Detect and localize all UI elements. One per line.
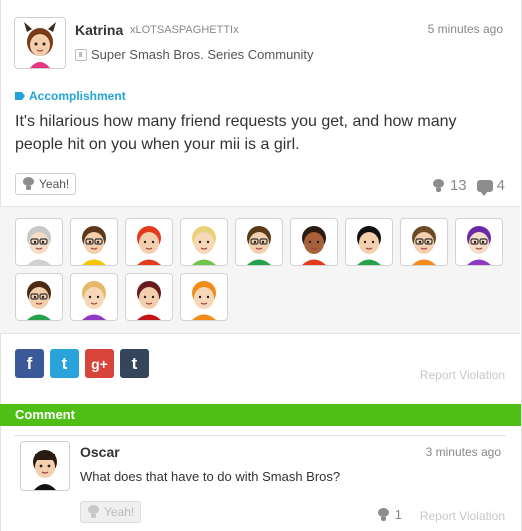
comment-body: What does that have to do with Smash Bro… [80,469,341,484]
yeah-user-avatar[interactable] [15,273,63,321]
yeah-button[interactable]: Yeah! [15,173,77,195]
mii-face-icon [82,226,106,265]
google-share-button[interactable]: g+ [85,349,114,378]
mii-face-icon [357,226,381,265]
yeah-user-avatar[interactable] [180,218,228,266]
yeah-count-value: 13 [449,177,467,194]
facebook-share-button[interactable]: f [15,349,44,378]
comment-report-violation-link[interactable]: Report Violation [420,509,505,523]
comment-yeah-count-icon [377,507,391,522]
comment-yeah-icon [87,505,101,519]
topic-label: Accomplishment [29,89,126,103]
mii-face-icon [15,18,65,68]
reply-icon [476,179,493,196]
yeah-user-avatar[interactable] [455,218,503,266]
comment-yeah-count: 1 [377,507,402,522]
mii-face-icon [192,226,216,265]
tumblr-share-button[interactable]: t [120,349,149,378]
comment-timestamp: 3 minutes ago [425,445,501,459]
yeah-user-avatar[interactable] [125,273,173,321]
yeah-user-avatar[interactable] [180,273,228,321]
user-id: xLOTSASPAGHETTIx [130,24,239,36]
post-header: Katrina xLOTSASPAGHETTIx 5 minutes ago S… [0,0,520,80]
yeah-user-avatar[interactable] [235,218,283,266]
yeah-user-avatar[interactable] [15,218,63,266]
community-name: Super Smash Bros. Series Community [91,47,314,62]
topic-tag: Accomplishment [15,89,126,103]
mii-face-icon [21,442,69,490]
yeah-user-list [0,206,520,334]
community-icon [75,48,87,61]
mii-face-icon [82,281,106,320]
comment-yeah-count-value: 1 [394,507,402,522]
mii-face-icon [247,226,271,265]
comment-divider [14,435,506,436]
comment-user-name[interactable]: Oscar [80,444,120,460]
yeah-count-icon [432,178,446,193]
mii-face-icon [137,281,161,320]
post-timestamp[interactable]: 5 minutes ago [428,22,503,36]
report-violation-link[interactable]: Report Violation [420,368,505,382]
yeah-label: Yeah! [39,177,70,191]
yeah-user-avatar[interactable] [125,218,173,266]
mii-face-icon [137,226,161,265]
mii-face-icon [302,226,326,265]
yeah-count: 13 [432,177,467,194]
mii-face-icon [467,226,491,265]
post-body: It's hilarious how many friend requests … [15,113,457,153]
reply-count: 4 [476,177,505,196]
share-buttons: f t g+ t [15,349,149,378]
comment-section-header: Comment [0,404,521,426]
comment-yeah-label: Yeah! [104,505,135,519]
yeah-user-avatar[interactable] [345,218,393,266]
user-name[interactable]: Katrina [75,22,123,38]
yeah-icon [22,177,36,191]
mii-face-icon [192,281,216,320]
reply-count-value: 4 [496,177,505,194]
mii-face-icon [412,226,436,265]
mii-face-icon [27,281,51,320]
yeah-user-avatar[interactable] [290,218,338,266]
comment-yeah-button[interactable]: Yeah! [80,501,142,523]
yeah-user-avatar[interactable] [70,273,118,321]
twitter-share-button[interactable]: t [50,349,79,378]
tag-icon [15,92,25,100]
yeah-user-avatar[interactable] [400,218,448,266]
comment-user-avatar[interactable] [20,441,70,491]
community-link[interactable]: Super Smash Bros. Series Community [75,47,314,62]
user-avatar[interactable] [14,17,66,69]
yeah-user-avatar[interactable] [70,218,118,266]
mii-face-icon [27,226,51,265]
post-stats: 13 4 [432,177,505,196]
